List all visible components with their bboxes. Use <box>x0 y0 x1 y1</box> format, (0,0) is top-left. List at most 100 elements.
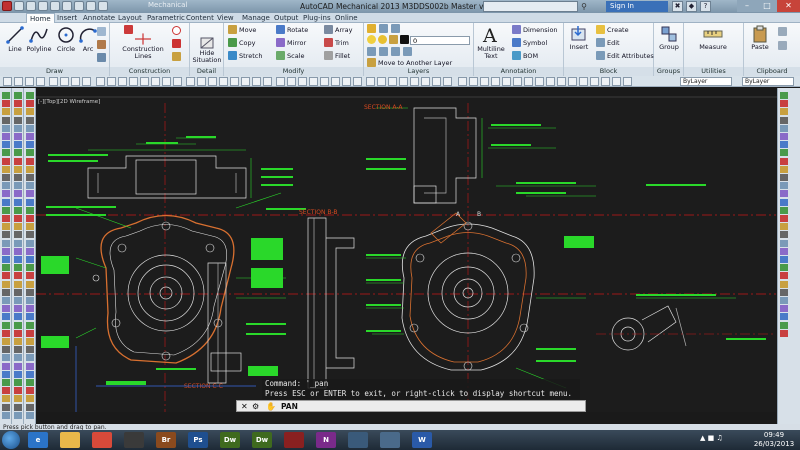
layer-state-icon[interactable] <box>379 24 390 35</box>
close-command-icon[interactable]: ✕ <box>241 401 248 412</box>
pal1-tool-icon[interactable] <box>2 231 10 239</box>
toolbar-icon-48[interactable] <box>535 77 544 86</box>
pal1-tool-icon[interactable] <box>2 165 10 173</box>
pal1-tool-icon[interactable] <box>2 133 10 140</box>
toolbar-icon-54[interactable] <box>601 77 610 86</box>
pal2-tool-icon[interactable] <box>14 116 22 124</box>
tab-parametric[interactable]: Parametric <box>144 13 188 23</box>
toolbar-icon-50[interactable] <box>557 77 566 86</box>
palR-tool-icon[interactable] <box>780 280 788 288</box>
trim-button[interactable]: Trim <box>324 38 349 49</box>
pal1-tool-icon[interactable] <box>2 157 10 165</box>
pal3-tool-icon[interactable] <box>26 239 34 247</box>
pal1-tool-icon[interactable] <box>2 223 10 231</box>
toolbar-icon-22[interactable] <box>241 77 250 86</box>
toolbar-icon-35[interactable] <box>388 77 397 86</box>
pal2-tool-icon[interactable] <box>14 157 22 165</box>
toolbar-icon-15[interactable] <box>162 77 171 86</box>
palR-tool-icon[interactable] <box>780 329 788 337</box>
palR-tool-icon[interactable] <box>780 133 788 140</box>
pal3-tool-icon[interactable] <box>26 387 34 395</box>
tab-annotate[interactable]: Annotate <box>80 13 118 23</box>
search-icon[interactable]: ⚲ <box>578 1 590 12</box>
redo-icon[interactable] <box>86 1 96 11</box>
pal1-tool-icon[interactable] <box>2 100 10 108</box>
tab-plugins[interactable]: Plug-ins <box>300 13 334 23</box>
search-input[interactable] <box>483 1 578 12</box>
pal1-tool-icon[interactable] <box>2 354 10 362</box>
pal2-tool-icon[interactable] <box>14 321 22 329</box>
taskbar-internet-explorer-icon[interactable]: e <box>28 432 48 448</box>
multiline-text-button[interactable]: A Multiline Text <box>476 25 506 60</box>
plot-icon[interactable] <box>62 1 72 11</box>
pal3-tool-icon[interactable] <box>26 157 34 165</box>
pal2-tool-icon[interactable] <box>14 313 22 321</box>
pal3-tool-icon[interactable] <box>26 346 34 354</box>
pal2-tool-icon[interactable] <box>14 231 22 239</box>
scale-button[interactable]: Scale <box>276 51 305 62</box>
pal2-tool-icon[interactable] <box>14 133 22 140</box>
pal3-tool-icon[interactable] <box>26 313 34 321</box>
palR-tool-icon[interactable] <box>780 247 788 255</box>
toolbar-icon-42[interactable] <box>469 77 478 86</box>
layer-properties-icon[interactable] <box>367 24 378 35</box>
toolbar-icon-30[interactable] <box>331 77 340 86</box>
construction-circle-icon[interactable] <box>172 26 183 37</box>
pal2-tool-icon[interactable] <box>14 256 22 263</box>
pal3-tool-icon[interactable] <box>26 247 34 255</box>
toolbar-icon-40[interactable] <box>443 77 452 86</box>
edit-block-button[interactable]: Edit <box>596 38 620 49</box>
taskbar-chrome-icon[interactable] <box>92 432 112 448</box>
bom-button[interactable]: BOM <box>512 51 538 62</box>
pal2-tool-icon[interactable] <box>14 288 22 296</box>
pal1-tool-icon[interactable] <box>2 116 10 124</box>
pal3-tool-icon[interactable] <box>26 305 34 313</box>
pal2-tool-icon[interactable] <box>14 305 22 313</box>
toolbar-icon-6[interactable] <box>60 77 69 86</box>
palR-tool-icon[interactable] <box>780 264 788 272</box>
pal2-tool-icon[interactable] <box>14 100 22 108</box>
measure-button[interactable]: Measure <box>696 25 730 51</box>
toolbar-icon-5[interactable] <box>49 77 58 86</box>
toolbar-icon-4[interactable] <box>36 77 45 86</box>
toolbar-icon-13[interactable] <box>140 77 149 86</box>
taskbar-explorer-icon[interactable] <box>60 432 80 448</box>
construction-offset-icon[interactable] <box>172 39 183 50</box>
pal2-tool-icon[interactable] <box>14 264 22 272</box>
pal3-tool-icon[interactable] <box>26 338 34 345</box>
pal3-tool-icon[interactable] <box>26 256 34 263</box>
palR-tool-icon[interactable] <box>780 239 788 247</box>
toolbar-icon-16[interactable] <box>173 77 182 86</box>
palR-tool-icon[interactable] <box>780 190 788 198</box>
rectangle-icon[interactable] <box>97 53 108 64</box>
toolbar-icon-10[interactable] <box>107 77 116 86</box>
pal1-tool-icon[interactable] <box>2 329 10 337</box>
symbol-button[interactable]: Symbol <box>512 38 547 49</box>
pal1-tool-icon[interactable] <box>2 272 10 280</box>
pal3-tool-icon[interactable] <box>26 182 34 190</box>
command-input[interactable]: PAN <box>281 401 298 412</box>
pal1-tool-icon[interactable] <box>2 239 10 247</box>
palR-tool-icon[interactable] <box>780 288 788 296</box>
tab-content[interactable]: Content <box>183 13 217 23</box>
pal2-tool-icon[interactable] <box>14 297 22 304</box>
toolbar-icon-24[interactable] <box>263 77 272 86</box>
palR-tool-icon[interactable] <box>780 124 788 132</box>
tab-online[interactable]: Online <box>332 13 361 23</box>
copy-button[interactable]: Copy <box>228 38 256 49</box>
toolbar-icon-33[interactable] <box>366 77 375 86</box>
toolbar-icon-51[interactable] <box>568 77 577 86</box>
toolbar-icon-31[interactable] <box>342 77 351 86</box>
palR-tool-icon[interactable] <box>780 305 788 313</box>
pal1-tool-icon[interactable] <box>2 370 10 378</box>
toolbar-icon-46[interactable] <box>513 77 522 86</box>
pal1-tool-icon[interactable] <box>2 149 10 157</box>
draw-more-icon[interactable] <box>97 27 108 38</box>
start-button[interactable] <box>2 431 20 449</box>
pal2-tool-icon[interactable] <box>14 124 22 132</box>
layer-freeze-icon[interactable] <box>391 47 402 58</box>
pal1-tool-icon[interactable] <box>2 411 10 419</box>
palR-tool-icon[interactable] <box>780 92 788 99</box>
palR-tool-icon[interactable] <box>780 165 788 173</box>
pal3-tool-icon[interactable] <box>26 190 34 198</box>
